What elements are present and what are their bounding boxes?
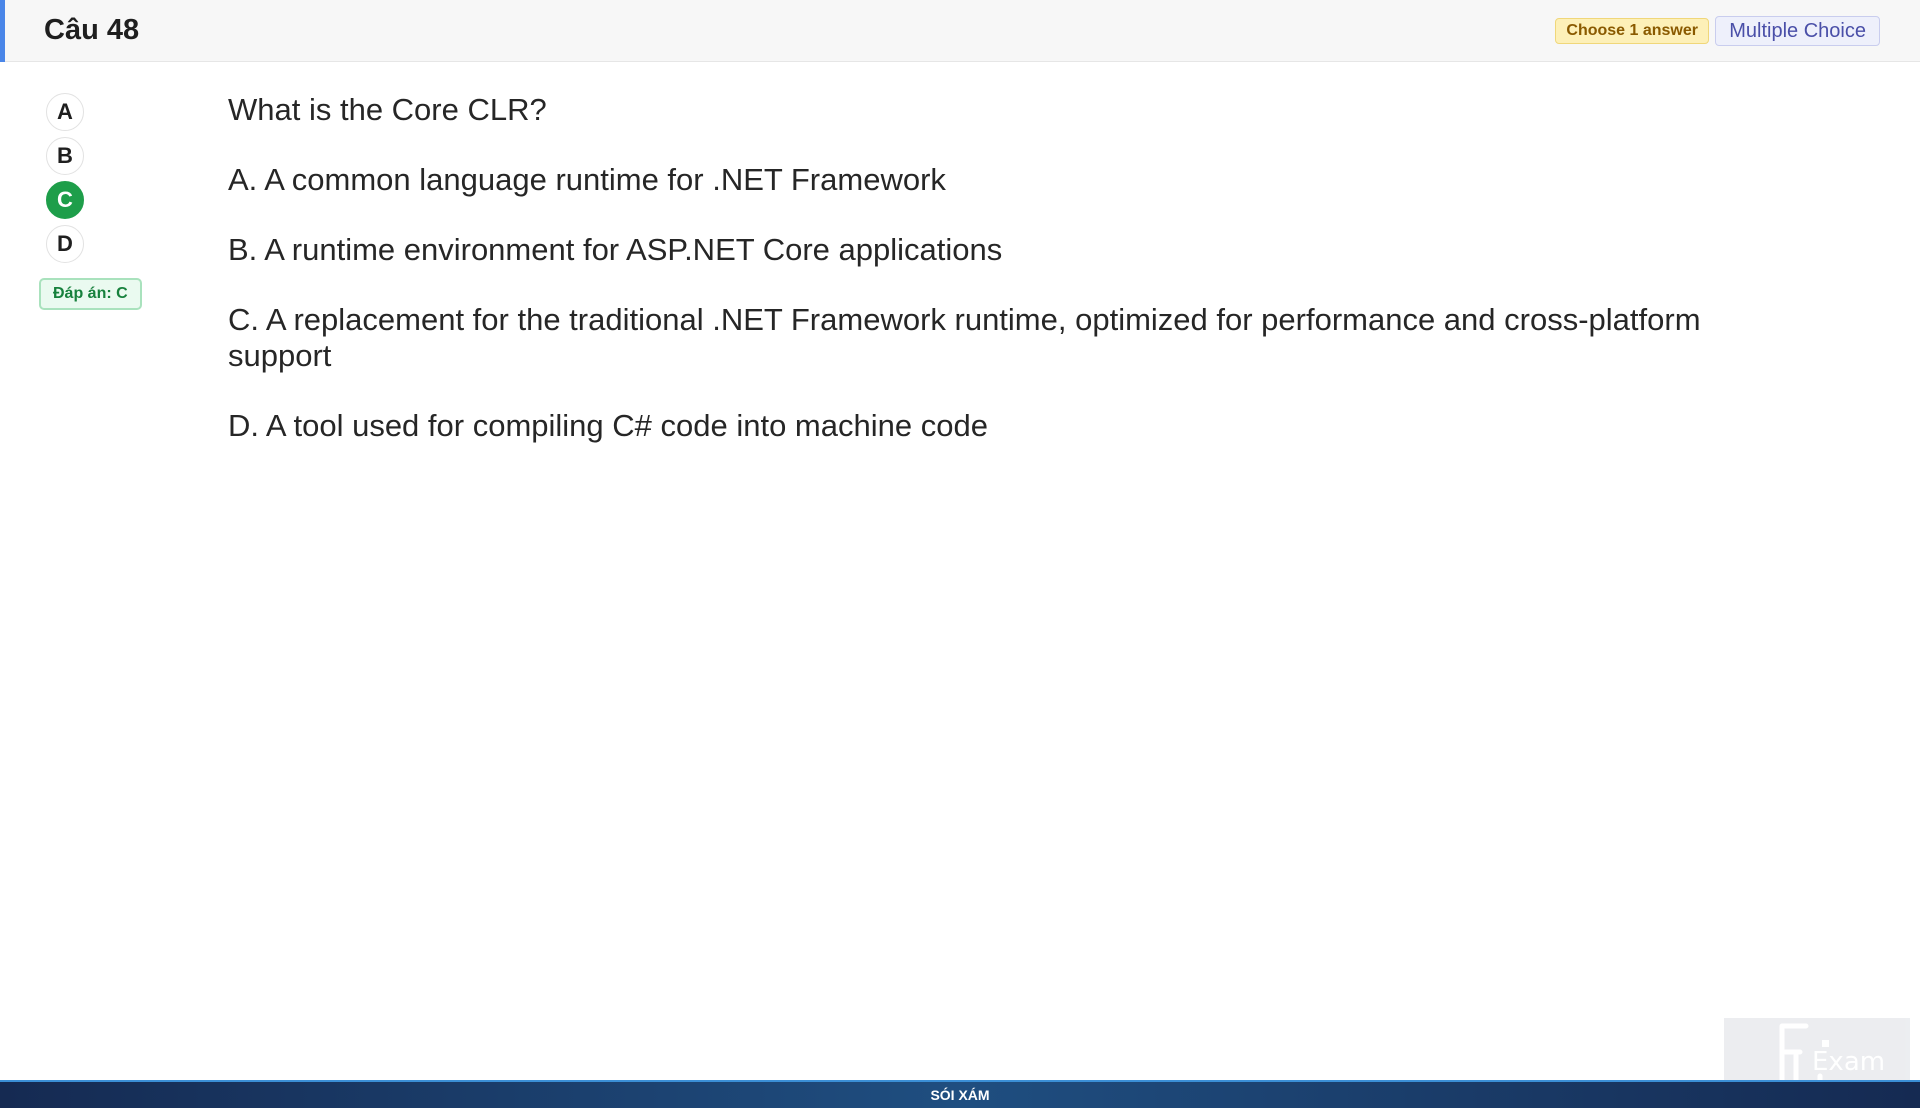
answer-options: A B C D xyxy=(46,93,86,269)
footer-text: SÓI XÁM xyxy=(930,1087,990,1103)
correct-answer-badge: Đáp án: C xyxy=(39,278,142,310)
choice-c-text: C. A replacement for the traditional .NE… xyxy=(228,302,1701,373)
option-c-button[interactable]: C xyxy=(46,181,84,219)
option-b-button[interactable]: B xyxy=(46,137,84,175)
choice-b-text: B. A runtime environment for ASP.NET Cor… xyxy=(228,232,1003,267)
header-accent-bar xyxy=(0,0,5,62)
footer-bar: SÓI XÁM xyxy=(0,1080,1920,1108)
fu-exam-logo-text: Exam xyxy=(1812,1047,1885,1077)
question-content: What is the Core CLR? A. A common langua… xyxy=(228,92,1788,478)
choose-answer-badge: Choose 1 answer xyxy=(1555,18,1709,44)
question-number: Câu 48 xyxy=(44,14,140,46)
question-text: What is the Core CLR? xyxy=(228,92,547,127)
question-type-badge: Multiple Choice xyxy=(1715,16,1880,46)
question-header: Câu 48 Choose 1 answer Multiple Choice xyxy=(0,0,1920,62)
option-d-button[interactable]: D xyxy=(46,225,84,263)
choice-a-text: A. A common language runtime for .NET Fr… xyxy=(228,162,946,197)
option-a-button[interactable]: A xyxy=(46,93,84,131)
choice-d-text: D. A tool used for compiling C# code int… xyxy=(228,408,988,443)
